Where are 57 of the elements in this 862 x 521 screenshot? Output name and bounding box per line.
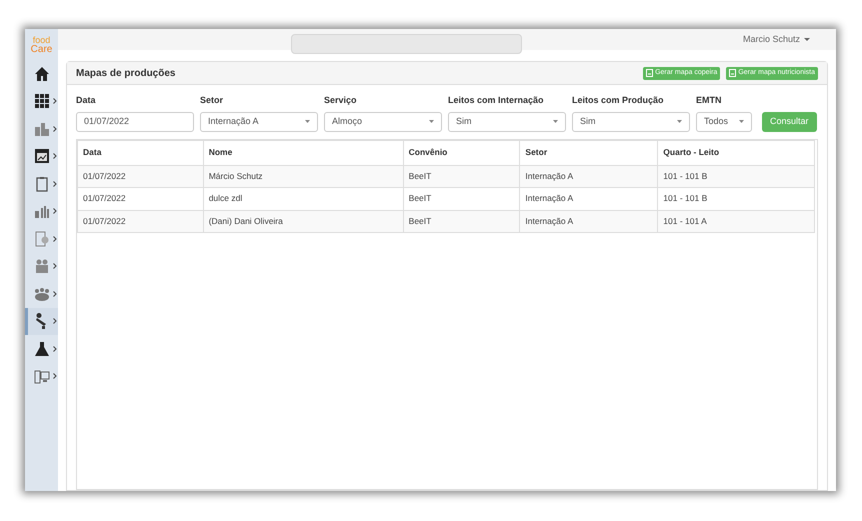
field-label: Data <box>76 94 97 107</box>
user-menu[interactable]: Marcio Schutz <box>742 32 800 46</box>
table-cell: 101 - 101 A <box>658 210 814 232</box>
field-label: EMTN <box>696 94 722 107</box>
table-cell: 101 - 101 B <box>658 165 814 188</box>
panel-title: Mapas de produções <box>76 66 176 80</box>
group-icon <box>34 286 50 302</box>
table-cell: Internação A <box>520 188 658 210</box>
table-cell: Internação A <box>520 165 658 188</box>
caret-icon <box>739 120 744 123</box>
caret-icon <box>305 120 310 123</box>
document-icon <box>646 69 654 77</box>
dropdown[interactable]: Sim <box>572 112 690 132</box>
logo-text: Care <box>30 44 52 54</box>
search-field[interactable] <box>291 34 522 54</box>
field-label: Leitos com Internação <box>448 94 545 107</box>
table-cell: (Dani) Dani Oliveira <box>203 210 404 232</box>
column-header: Setor <box>520 140 658 165</box>
table-cell: dulce zdl <box>203 188 404 210</box>
field-label: Leitos com Produção <box>572 94 665 107</box>
dropdown[interactable]: Todos <box>696 112 752 132</box>
column-header: Convênio <box>403 140 520 165</box>
home-icon <box>34 66 50 82</box>
table-cell: 01/07/2022 <box>78 165 204 188</box>
chart-icon <box>34 148 50 164</box>
logo-text: food <box>32 36 50 44</box>
caret-icon <box>677 120 682 123</box>
building-icon <box>34 120 50 137</box>
table-cell: Internação A <box>520 210 658 232</box>
caret-icon <box>553 120 558 123</box>
flask-icon <box>34 340 50 357</box>
dropdown[interactable]: Sim <box>448 112 566 132</box>
date-field[interactable]: 01/07/2022 <box>76 112 194 132</box>
table-cell: 01/07/2022 <box>78 210 204 232</box>
document-icon <box>729 69 736 77</box>
column-header: Data <box>78 140 204 165</box>
table-cell: Márcio Schutz <box>203 165 404 188</box>
table-cell: BeeIT <box>403 188 520 210</box>
grid-icon <box>34 93 50 110</box>
field-label: Setor <box>200 94 224 107</box>
caret-icon <box>429 120 434 123</box>
column-header: Quarto - Leito <box>658 140 814 165</box>
field-label: Serviço <box>324 94 358 107</box>
people-icon <box>34 258 50 274</box>
dropdown[interactable]: Almoço <box>324 112 442 132</box>
column-header: Nome <box>203 140 404 165</box>
clipboard-icon <box>34 176 50 192</box>
caret-icon <box>804 38 810 42</box>
table-cell: 01/07/2022 <box>78 188 204 210</box>
sidebar-item[interactable] <box>25 308 58 335</box>
table-cell: BeeIT <box>403 165 520 188</box>
bar-chart-icon <box>34 203 50 220</box>
table-cell: 101 - 101 B <box>658 188 814 210</box>
table-cell: BeeIT <box>403 210 520 232</box>
document-icon <box>34 230 50 247</box>
computer-icon <box>34 368 50 384</box>
dropdown[interactable]: Internação A <box>200 112 318 132</box>
